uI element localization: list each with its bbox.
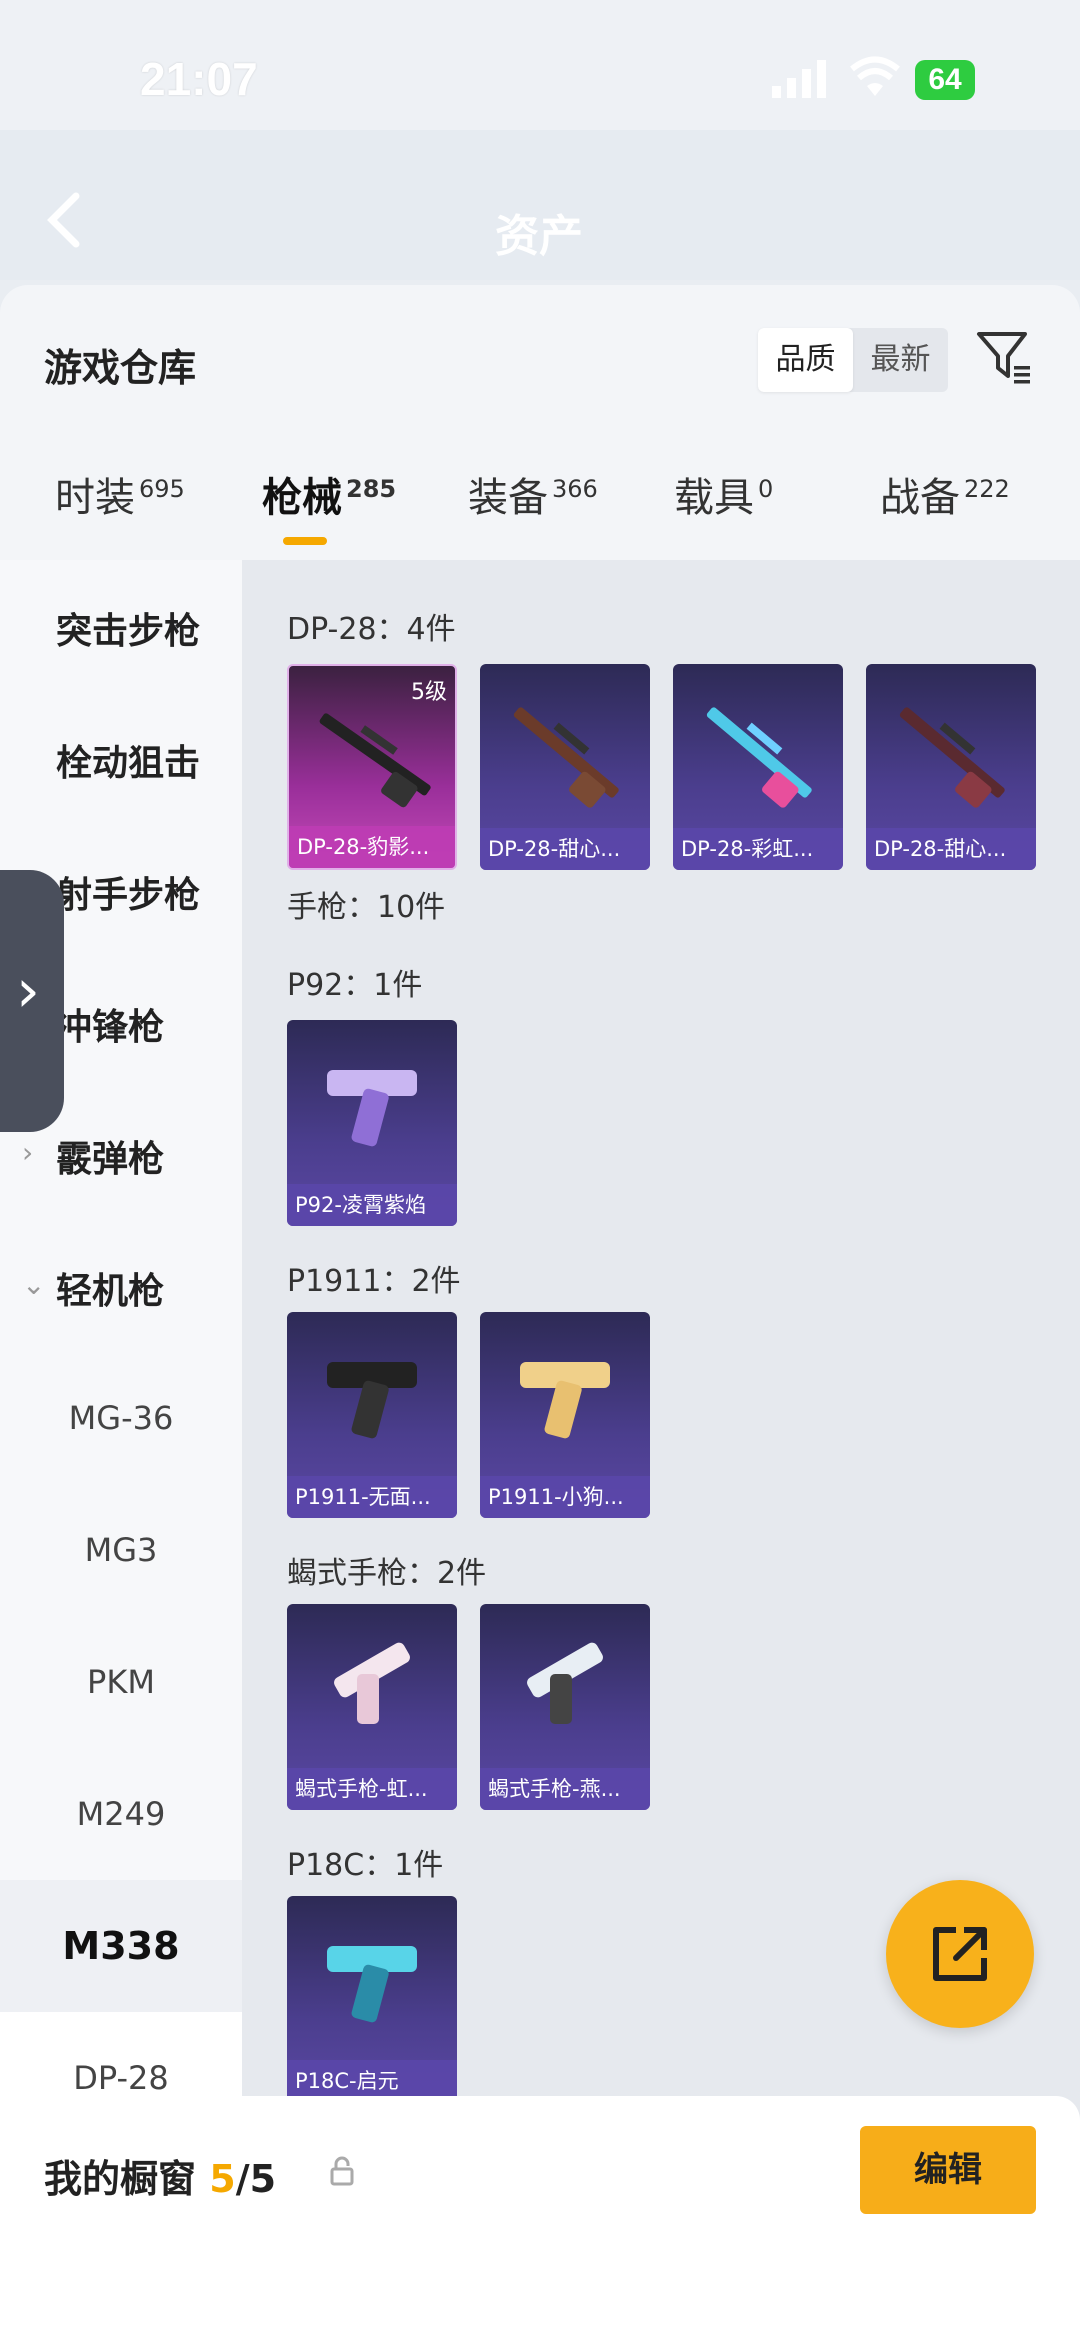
signal-icon	[772, 60, 826, 98]
weapon-item[interactable]: DP-28-甜心...	[866, 664, 1036, 870]
warehouse-sheet: 游戏仓库 品质 最新 时装 695 枪械 285 装备 366 载具 0 战备 222 突…	[0, 285, 1080, 2341]
sidebar-item-assault-rifle[interactable]: 突击步枪	[0, 560, 242, 692]
wifi-icon	[850, 56, 900, 96]
chevron-right-icon: ›	[16, 956, 40, 1026]
pistol-icon	[334, 1642, 410, 1724]
section-label: P92：1件	[287, 968, 423, 1003]
gun-icon	[513, 707, 619, 808]
level-badge: 5级	[411, 680, 447, 705]
filter-icon[interactable]	[976, 330, 1032, 386]
sort-quality-button[interactable]: 品质	[758, 328, 853, 392]
status-bar: 21:07 64	[0, 0, 1080, 130]
tab-equipment[interactable]: 装备 366	[468, 465, 598, 523]
pistol-icon	[327, 1070, 417, 1147]
weapon-item[interactable]: 蝎式手枪-燕...	[480, 1604, 650, 1810]
weapon-item[interactable]: DP-28-甜心...	[480, 664, 650, 870]
weapon-item[interactable]: 5级 DP-28-豹影...	[287, 664, 457, 870]
sort-newest-button[interactable]: 最新	[853, 328, 948, 392]
section-label: P1911：2件	[287, 1264, 461, 1299]
share-button[interactable]	[886, 1880, 1034, 2028]
sort-toggle: 品质 最新	[758, 328, 948, 392]
pistol-icon	[327, 1362, 417, 1439]
sidebar-item-lmg[interactable]: ⌄ 轻机枪	[0, 1220, 242, 1352]
drawer-handle[interactable]: ›	[0, 870, 64, 1132]
section-label: DP-28：4件	[287, 612, 456, 647]
back-icon[interactable]	[40, 190, 90, 250]
lock-icon	[330, 2156, 354, 2186]
weapon-item[interactable]: DP-28-彩虹...	[673, 664, 843, 870]
weapon-item[interactable]: P18C-启元	[287, 1896, 457, 2102]
tab-gear[interactable]: 战备 222	[880, 465, 1010, 523]
tab-outfits[interactable]: 时装 695	[55, 465, 185, 523]
weapon-item[interactable]: P1911-无面...	[287, 1312, 457, 1518]
edit-button[interactable]: 编辑	[860, 2126, 1036, 2214]
section-label: 手枪：10件	[287, 890, 446, 925]
nav-title: 资产	[495, 211, 583, 262]
category-tabs: 时装 695 枪械 285 装备 366 载具 0 战备 222	[0, 465, 1080, 555]
tab-vehicles[interactable]: 载具 0	[674, 465, 773, 523]
nav-bar: 资产	[0, 130, 1080, 280]
showcase-count: 5	[209, 2157, 236, 2201]
section-label: P18C：1件	[287, 1848, 444, 1883]
chevron-right-icon: ›	[22, 1136, 34, 1169]
pistol-icon	[520, 1362, 610, 1439]
weapon-sidebar: 突击步枪 栓动狙击 › 射手步枪 › 冲锋枪 › 霰弹枪 ⌄ 轻机枪 MG-36…	[0, 560, 242, 2160]
showcase-total: /5	[235, 2157, 277, 2201]
warehouse-title: 游戏仓库	[44, 346, 197, 390]
battery-icon: 64	[915, 60, 975, 100]
tab-active-indicator	[283, 537, 327, 545]
sidebar-subitem-m338[interactable]: M338	[0, 1880, 242, 2012]
sidebar-subitem-pkm[interactable]: PKM	[0, 1616, 242, 1748]
tab-guns[interactable]: 枪械 285	[262, 465, 396, 523]
chevron-down-icon: ⌄	[22, 1268, 46, 1301]
weapon-item[interactable]: P92-凌霄紫焰	[287, 1020, 457, 1226]
pistol-icon	[527, 1642, 603, 1724]
section-label: 蝎式手枪：2件	[287, 1556, 487, 1591]
sidebar-subitem-mg3[interactable]: MG3	[0, 1484, 242, 1616]
sidebar-subitem-mg36[interactable]: MG-36	[0, 1352, 242, 1484]
showcase-label: 我的橱窗 5/5	[44, 2157, 277, 2201]
pistol-icon	[327, 1946, 417, 2023]
weapon-item[interactable]: P1911-小狗...	[480, 1312, 650, 1518]
sidebar-subitem-m249[interactable]: M249	[0, 1748, 242, 1880]
weapon-item[interactable]: 蝎式手枪-虹...	[287, 1604, 457, 1810]
gun-icon	[706, 707, 812, 808]
gun-icon	[899, 707, 1005, 808]
sidebar-item-bolt-sniper[interactable]: 栓动狙击	[0, 692, 242, 824]
external-link-icon	[933, 1927, 987, 1981]
showcase-bar: 我的橱窗 5/5 编辑	[0, 2096, 1080, 2341]
status-time: 21:07	[140, 53, 258, 105]
